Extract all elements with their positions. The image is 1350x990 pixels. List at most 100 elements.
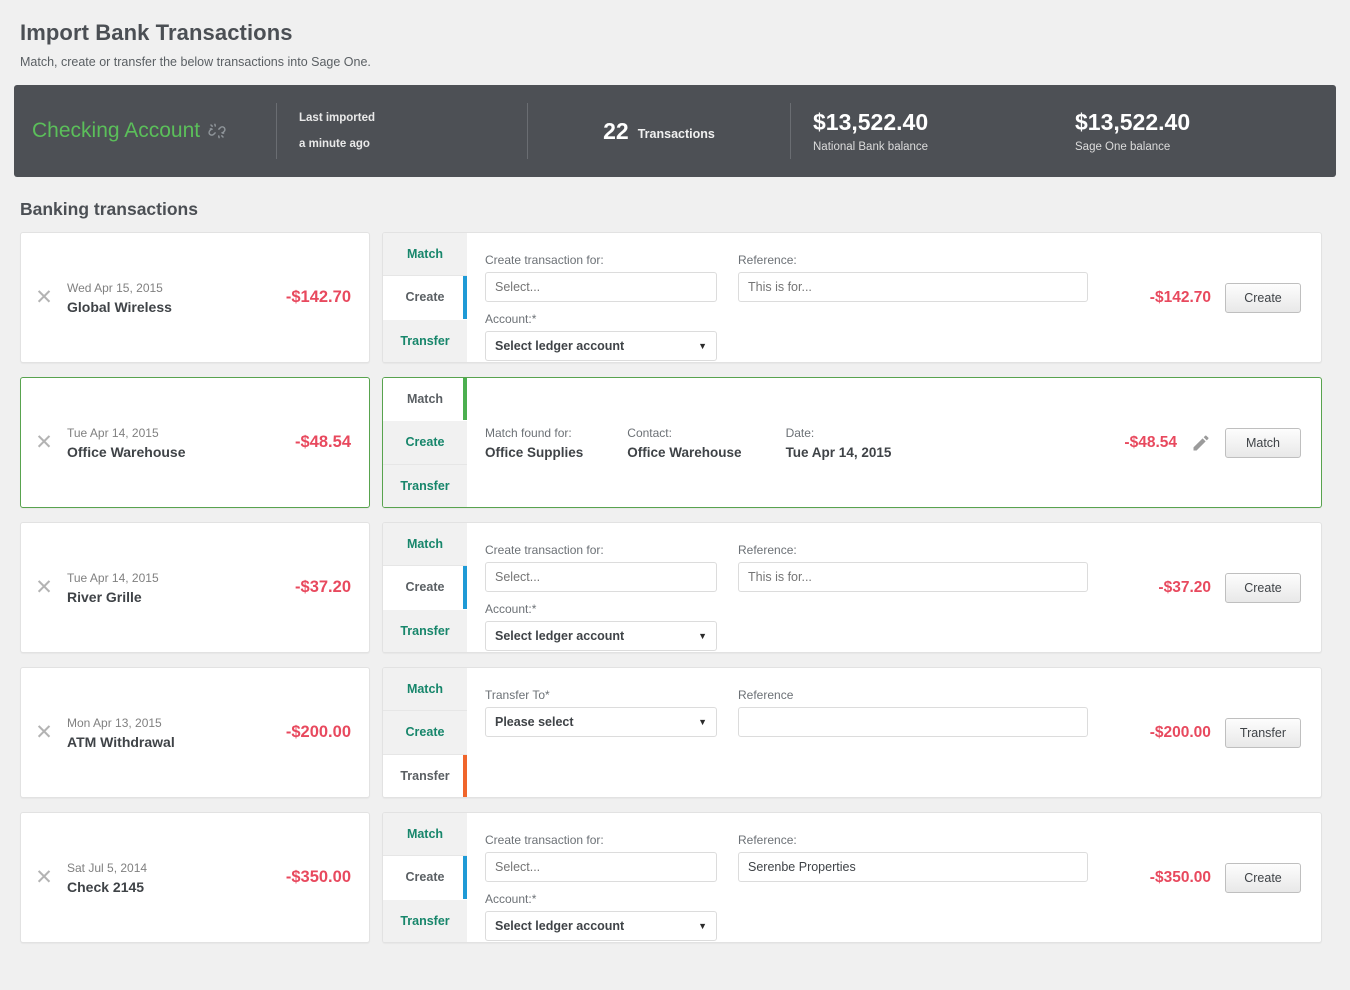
transaction-action-card: Match Create Transfer Create transaction…	[382, 812, 1322, 943]
transfer-to-value: Please select	[495, 715, 574, 729]
tab-match-row-1[interactable]: Match	[383, 378, 467, 421]
ledger-account-select[interactable]: Select ledger account ▼	[485, 911, 717, 941]
transfer-to-label: Transfer To*	[485, 688, 717, 702]
transfer-button[interactable]: Transfer	[1225, 718, 1301, 748]
account-label: Account:*	[485, 602, 717, 616]
reference-input[interactable]	[738, 562, 1088, 592]
transaction-date: Tue Apr 14, 2015	[67, 426, 295, 440]
chevron-down-icon: ▼	[698, 631, 707, 641]
reference-group: Reference:	[738, 253, 1088, 302]
tab-create-row-2[interactable]: Create	[383, 566, 467, 609]
transaction-summary-card: ✕ Tue Apr 14, 2015 Office Warehouse -$48…	[20, 377, 370, 508]
tab-match-row-3[interactable]: Match	[383, 668, 467, 711]
ledger-account-select[interactable]: Select ledger account ▼	[485, 331, 717, 361]
tab-create-label: Create	[406, 290, 445, 304]
tab-create-row-3[interactable]: Create	[383, 711, 467, 754]
ledger-account-select[interactable]: Select ledger account ▼	[485, 621, 717, 651]
transaction-meta: Wed Apr 15, 2015 Global Wireless	[67, 281, 286, 315]
tab-match-row-2[interactable]: Match	[383, 523, 467, 566]
match-found-block: Match found for: Office Supplies	[485, 426, 583, 460]
bank-balance-amount: $13,522.40	[813, 109, 1031, 136]
tab-create-row-1[interactable]: Create	[383, 421, 467, 464]
reference-label: Reference	[738, 688, 1088, 702]
account-label: Account:*	[485, 312, 717, 326]
tab-transfer-label: Transfer	[400, 769, 449, 783]
chevron-down-icon: ▼	[698, 717, 707, 727]
tab-transfer-row-1[interactable]: Transfer	[383, 465, 467, 507]
reference-input[interactable]	[738, 272, 1088, 302]
tab-transfer-row-3[interactable]: Transfer	[383, 755, 467, 797]
create-button[interactable]: Create	[1225, 573, 1301, 603]
bank-balance-label: National Bank balance	[813, 141, 1031, 153]
transfer-to-select[interactable]: Please select ▼	[485, 707, 717, 737]
ledger-account-value: Select ledger account	[495, 629, 624, 643]
last-imported-label: Last imported	[299, 112, 505, 124]
summary-bank-balance: $13,522.40 National Bank balance	[791, 85, 1053, 177]
action-tabs: Match Create Transfer	[383, 813, 467, 942]
transaction-list: ✕ Wed Apr 15, 2015 Global Wireless -$142…	[14, 232, 1336, 943]
chevron-down-icon: ▼	[698, 921, 707, 931]
close-icon[interactable]: ✕	[21, 867, 67, 888]
match-button[interactable]: Match	[1225, 428, 1301, 458]
tab-match-row-4[interactable]: Match	[383, 813, 467, 856]
pencil-icon[interactable]	[1191, 433, 1211, 453]
reference-label: Reference:	[738, 543, 1088, 557]
transaction-amount: -$48.54	[295, 433, 369, 452]
close-icon[interactable]: ✕	[21, 722, 67, 743]
create-panel: Create transaction for: Account:* Select…	[467, 523, 1321, 652]
close-icon[interactable]: ✕	[21, 577, 67, 598]
create-transaction-for-label: Create transaction for:	[485, 833, 717, 847]
row-actions: -$48.54 Match	[1081, 428, 1317, 458]
tab-transfer-label: Transfer	[400, 914, 449, 928]
transaction-row: ✕ Wed Apr 15, 2015 Global Wireless -$142…	[14, 232, 1336, 363]
action-tabs: Match Create Transfer	[383, 523, 467, 652]
tab-transfer-label: Transfer	[400, 334, 449, 348]
transaction-date: Tue Apr 14, 2015	[67, 571, 295, 585]
transaction-meta: Mon Apr 13, 2015 ATM Withdrawal	[67, 716, 286, 750]
tab-transfer-row-4[interactable]: Transfer	[383, 900, 467, 942]
page-subtitle: Match, create or transfer the below tran…	[20, 55, 1336, 69]
contact-select-input[interactable]	[485, 562, 717, 592]
tab-create-label: Create	[406, 870, 445, 884]
transaction-meta: Tue Apr 14, 2015 River Grille	[67, 571, 295, 605]
row-gap	[370, 667, 382, 798]
account-name: Checking Account	[32, 119, 254, 143]
tab-create-row-0[interactable]: Create	[383, 276, 467, 319]
create-transaction-for-label: Create transaction for:	[485, 543, 717, 557]
reference-input[interactable]	[738, 852, 1088, 882]
row-gap	[370, 232, 382, 363]
transaction-row: ✕ Tue Apr 14, 2015 Office Warehouse -$48…	[14, 377, 1336, 508]
transaction-row: ✕ Tue Apr 14, 2015 River Grille -$37.20 …	[14, 522, 1336, 653]
transaction-action-card: Match Create Transfer Transfer To* Pleas…	[382, 667, 1322, 798]
tab-create-label: Create	[406, 435, 445, 449]
last-imported-value: a minute ago	[299, 138, 505, 150]
create-panel: Create transaction for: Account:* Select…	[467, 233, 1321, 362]
transfer-fields: Transfer To* Please select ▼ Reference	[485, 668, 1115, 797]
create-button[interactable]: Create	[1225, 863, 1301, 893]
row-actions: -$142.70 Create	[1115, 283, 1317, 313]
reference-input[interactable]	[738, 707, 1088, 737]
close-icon[interactable]: ✕	[21, 287, 67, 308]
contact-select-input[interactable]	[485, 852, 717, 882]
transaction-amount: -$350.00	[286, 868, 369, 887]
create-button[interactable]: Create	[1225, 283, 1301, 313]
tab-transfer-label: Transfer	[400, 624, 449, 638]
import-bank-transactions-page: Import Bank Transactions Match, create o…	[0, 0, 1350, 943]
broken-link-icon[interactable]	[208, 122, 226, 140]
transaction-action-card: Match Create Transfer Match found for: O…	[382, 377, 1322, 508]
transaction-name: River Grille	[67, 589, 295, 605]
transaction-count-number: 22	[603, 118, 629, 145]
tab-transfer-row-0[interactable]: Transfer	[383, 320, 467, 362]
tab-transfer-row-2[interactable]: Transfer	[383, 610, 467, 652]
tab-match-label: Match	[407, 537, 443, 551]
transaction-name: Office Warehouse	[67, 444, 295, 460]
tab-create-row-4[interactable]: Create	[383, 856, 467, 899]
transaction-name: Global Wireless	[67, 299, 286, 315]
tab-match-row-0[interactable]: Match	[383, 233, 467, 276]
action-tabs: Match Create Transfer	[383, 233, 467, 362]
row-amount: -$142.70	[1115, 289, 1211, 307]
transaction-meta: Sat Jul 5, 2014 Check 2145	[67, 861, 286, 895]
close-icon[interactable]: ✕	[21, 432, 67, 453]
contact-select-input[interactable]	[485, 272, 717, 302]
row-amount: -$37.20	[1115, 579, 1211, 597]
